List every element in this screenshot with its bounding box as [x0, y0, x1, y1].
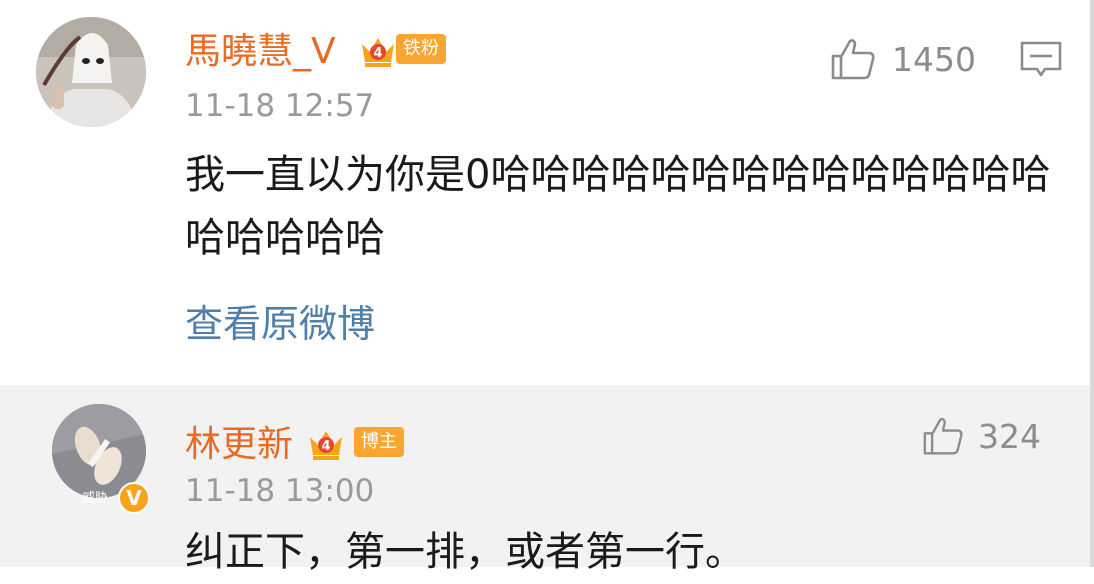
username[interactable]: 林更新 — [185, 425, 293, 465]
thumbs-up-icon — [923, 417, 963, 455]
svg-text:4: 4 — [373, 46, 382, 61]
like-button[interactable]: 324 — [922, 416, 1041, 456]
like-button[interactable]: 1450 — [830, 37, 976, 81]
view-original-link[interactable]: 查看原微博 — [185, 302, 375, 346]
like-count: 1450 — [892, 39, 976, 79]
comment-reply-icon[interactable] — [1019, 40, 1063, 80]
author-badge: 博主 — [354, 427, 404, 457]
like-count: 324 — [978, 416, 1041, 456]
timestamp: 11-18 13:00 — [185, 473, 375, 509]
crown-icon: 4 — [362, 38, 394, 67]
timestamp: 11-18 12:57 — [185, 88, 375, 124]
avatar-caption: 威胁 — [82, 491, 109, 506]
crown-icon: 4 — [310, 431, 342, 460]
comment-text: 我一直以为你是0哈哈哈哈哈哈哈哈哈哈哈哈哈哈哈哈哈哈哈 — [185, 152, 1051, 261]
fan-badge: 铁粉 — [396, 34, 446, 64]
username[interactable]: 馬曉慧_V — [185, 32, 336, 72]
avatar[interactable] — [36, 17, 146, 127]
scroll-edge — [1090, 0, 1094, 567]
svg-text:4: 4 — [321, 439, 330, 454]
comment-item: 馬曉慧_V 4 铁粉 11-18 12:57 1450 我一直以为你是0哈哈哈哈… — [0, 0, 1090, 385]
thumbs-up-icon — [831, 39, 875, 80]
verified-icon: V — [118, 482, 150, 514]
comment-text: 纠正下，第一排，或者第一行。 — [185, 529, 745, 575]
